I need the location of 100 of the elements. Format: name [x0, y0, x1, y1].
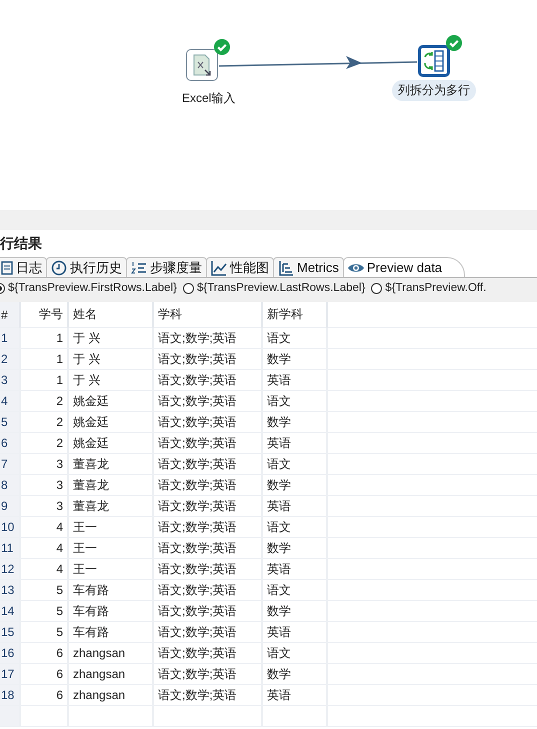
radio-button[interactable] [371, 282, 382, 294]
column-header[interactable]: 新学科 [262, 302, 327, 328]
table-cell: 语文 [262, 390, 327, 412]
radio-option[interactable]: ${TransPreview.FirstRows.Label} [0, 282, 177, 294]
table-cell: 姚金廷 [68, 390, 153, 412]
table-cell: 董喜龙 [68, 496, 153, 516]
table-cell: 3 [20, 454, 68, 474]
table-cell: 数学 [262, 412, 327, 432]
row-number: 1 [0, 328, 20, 348]
table-cell: 语文;数学;英语 [153, 558, 262, 580]
table-cell: 数学 [262, 474, 327, 496]
table-cell: 语文;数学;英语 [153, 370, 262, 390]
row-number: 2 [0, 348, 20, 370]
column-header[interactable]: 学号 [20, 302, 68, 328]
table-cell: 1 [20, 328, 68, 348]
line-chart-icon [211, 260, 227, 276]
step-label: 列拆分为多行 [392, 80, 476, 101]
row-number: 7 [0, 454, 20, 474]
table-cell: 数学 [262, 664, 327, 684]
table-cell: 语文;数学;英语 [153, 496, 262, 516]
table-cell: 语文;数学;英语 [153, 516, 262, 538]
column-header[interactable]: 姓名 [68, 302, 153, 328]
table-cell: 2 [20, 432, 68, 454]
row-number: 4 [0, 390, 20, 412]
tab[interactable]: Metrics [273, 257, 344, 277]
table-cell: 语文 [262, 328, 327, 348]
tree-list-icon [278, 260, 294, 276]
table-cell: 4 [20, 558, 68, 580]
table-cell: 数学 [262, 538, 327, 558]
table-cell: 数学 [262, 600, 327, 622]
table-cell: 1 [20, 348, 68, 370]
row-number: 16 [0, 642, 20, 664]
table-cell: 语文 [262, 580, 327, 600]
radio-option[interactable]: ${TransPreview.Off. [371, 282, 486, 294]
row-number: 10 [0, 516, 20, 538]
tab[interactable]: 日志 [0, 257, 47, 277]
radio-button[interactable] [182, 282, 194, 294]
step-node[interactable] [418, 45, 450, 77]
table-cell: 3 [20, 496, 68, 516]
table-cell: 语文;数学;英语 [153, 454, 262, 474]
table-cell: 语文;数学;英语 [153, 432, 262, 454]
panel-title: 行结果 [0, 234, 42, 253]
table-cell: 6 [20, 664, 68, 684]
column-header[interactable]: # [0, 302, 20, 328]
table-cell: 姚金廷 [68, 432, 153, 454]
table-cell: 语文;数学;英语 [153, 664, 262, 684]
row-number: 3 [0, 370, 20, 390]
row-number: 5 [0, 412, 20, 432]
table-cell: 王一 [68, 558, 153, 580]
row-number: 9 [0, 496, 20, 516]
table-cell: 英语 [262, 684, 327, 706]
row-number: 6 [0, 432, 20, 454]
table-cell: 语文;数学;英语 [153, 412, 262, 432]
table-cell: 语文 [262, 516, 327, 538]
tab[interactable]: 步骤度量 [126, 257, 207, 277]
table-cell: 王一 [68, 516, 153, 538]
row-number: 13 [0, 580, 20, 600]
table-cell: 董喜龙 [68, 454, 153, 474]
table-cell: 5 [20, 622, 68, 642]
table-cell: zhangsan [68, 642, 153, 664]
table-cell: 4 [20, 516, 68, 538]
tab[interactable]: 性能图 [206, 257, 274, 277]
table-cell: 语文;数学;英语 [153, 684, 262, 706]
table-cell: 于 兴 [68, 348, 153, 370]
table-cell: 6 [20, 684, 68, 706]
table-cell: 英语 [262, 432, 327, 454]
table-cell: 英语 [262, 370, 327, 390]
table-cell: 英语 [262, 622, 327, 642]
table-cell: 姚金廷 [68, 412, 153, 432]
table-cell: 于 兴 [68, 328, 153, 348]
radio-option[interactable]: ${TransPreview.LastRows.Label} [182, 282, 366, 294]
table-cell: 车有路 [68, 600, 153, 622]
step-node[interactable] [186, 49, 218, 81]
clock-icon [51, 260, 67, 276]
table-cell: 语文;数学;英语 [153, 348, 262, 370]
numbered-list-icon [131, 260, 147, 276]
row-number: 12 [0, 558, 20, 580]
table-cell: 语文;数学;英语 [153, 474, 262, 496]
table-cell: 董喜龙 [68, 474, 153, 496]
table-cell: 语文;数学;英语 [153, 642, 262, 664]
tab[interactable]: Preview data [342, 257, 466, 277]
row-number: 14 [0, 600, 20, 622]
table-cell: 王一 [68, 538, 153, 558]
table-cell: 2 [20, 390, 68, 412]
row-number: 17 [0, 664, 20, 684]
table-cell: 2 [20, 412, 68, 432]
column-header[interactable]: 学科 [153, 302, 262, 328]
table-cell: 车有路 [68, 622, 153, 642]
table-cell: 于 兴 [68, 370, 153, 390]
split-rows-icon [422, 49, 446, 73]
row-number: 8 [0, 474, 20, 496]
table-cell: 5 [20, 580, 68, 600]
table-cell: 6 [20, 642, 68, 664]
tab[interactable]: 执行历史 [46, 257, 127, 277]
table-cell: 5 [20, 600, 68, 622]
table-cell: 英语 [262, 496, 327, 516]
table-cell: 3 [20, 474, 68, 496]
table-cell: 语文;数学;英语 [153, 600, 262, 622]
row-number: 11 [0, 538, 20, 558]
table-cell: 车有路 [68, 580, 153, 600]
